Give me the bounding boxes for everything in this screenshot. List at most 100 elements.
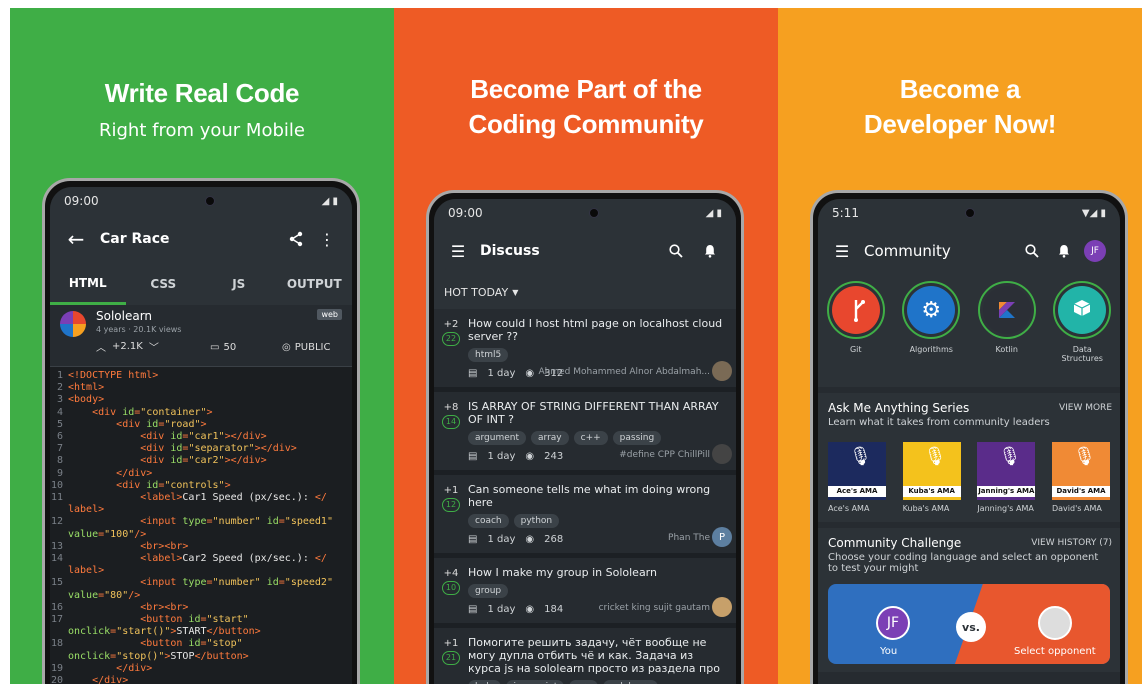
- line-number: 10: [50, 479, 63, 491]
- code-editor[interactable]: 1 <!DOCTYPE html> 2 <html> 3 <body> 4 <div id =…: [50, 367, 352, 684]
- author-avatar[interactable]: [60, 311, 86, 337]
- panel2-headline-line2: Coding Community: [468, 109, 704, 139]
- author-avatar[interactable]: [712, 361, 732, 381]
- post-title[interactable]: Помогите решить задачу, чёт вообще не мо…: [468, 636, 728, 675]
- topic-data-structures[interactable]: Data Structures: [1052, 281, 1112, 387]
- tag-chip[interactable]: argument: [468, 431, 527, 445]
- post-author[interactable]: cricket king sujit gautam: [599, 603, 710, 613]
- code-token: label>: [68, 565, 105, 577]
- author-avatar[interactable]: [712, 444, 732, 464]
- downvote-icon[interactable]: ﹀: [149, 339, 159, 354]
- promo-banner: Write Real Code Right from your Mobile 0…: [10, 8, 1142, 684]
- tag-chip[interactable]: c++: [573, 431, 608, 445]
- post-list: +2 22 How could I host html page on localh…: [434, 309, 736, 684]
- post-author[interactable]: Ahmed Mohammed Alnor Abdalmah...: [539, 367, 710, 377]
- share-icon[interactable]: [284, 231, 308, 247]
- code-token: id: [260, 516, 279, 528]
- ama-card[interactable]: 🎙 Kuba's AMA Kuba's AMA: [902, 442, 961, 514]
- bell-icon[interactable]: [698, 244, 722, 258]
- author-name[interactable]: Sololearn: [96, 309, 152, 323]
- code-token: id: [188, 638, 201, 650]
- back-arrow-icon[interactable]: ←: [64, 227, 88, 251]
- ama-card[interactable]: 🎙 Janning's AMA Janning's AMA: [977, 442, 1036, 514]
- search-icon[interactable]: [664, 244, 688, 258]
- code-token: id: [122, 406, 135, 418]
- post-title[interactable]: IS ARRAY OF STRING DIFFERENT THAN ARRAY …: [468, 400, 728, 426]
- code-token: "stop": [206, 638, 243, 650]
- tag-chip[interactable]: python: [513, 514, 560, 528]
- ama-card[interactable]: 🎙 David's AMA David's AMA: [1051, 442, 1110, 514]
- ama-card[interactable]: 🎙 Ace's AMA Ace's AMA: [828, 442, 886, 514]
- upvote-icon[interactable]: ︿: [96, 339, 106, 354]
- view-history-link[interactable]: VIEW HISTORY (7): [1031, 538, 1112, 548]
- tab-css[interactable]: CSS: [126, 263, 202, 305]
- ama-list: 🎙 Ace's AMA Ace's AMA 🎙 Kuba's AMA Kuba's …: [828, 442, 1110, 514]
- post-time: 1 day: [487, 451, 516, 462]
- post-title[interactable]: How could I host html page on localhost …: [468, 317, 728, 343]
- more-vert-icon[interactable]: ⋮: [316, 230, 338, 249]
- signal-battery-icon: ◢ ▮: [705, 207, 722, 219]
- list-item[interactable]: +2 22 How could I host html page on localh…: [434, 309, 736, 392]
- code-token: <button: [140, 638, 189, 650]
- bell-icon[interactable]: [1052, 244, 1076, 258]
- list-item[interactable]: +8 14 IS ARRAY OF STRING DIFFERENT THAN AR…: [434, 392, 736, 475]
- post-title[interactable]: How I make my group in Sololearn: [468, 566, 728, 579]
- post-author[interactable]: #define CPP ChillPill: [619, 450, 710, 460]
- code-token: onclick: [68, 650, 111, 662]
- post-author[interactable]: Phan The: [668, 533, 710, 543]
- ama-label: Ace's AMA: [828, 504, 870, 513]
- code-line: 9 </div>: [50, 468, 352, 480]
- author-avatar[interactable]: [712, 597, 732, 617]
- tag-chip[interactable]: pro: [569, 680, 599, 684]
- tab-output[interactable]: OUTPUT: [277, 263, 353, 305]
- answers-bubble-icon: 10: [442, 581, 460, 595]
- post-title[interactable]: Can someone tells me what im doing wrong…: [468, 483, 728, 509]
- ama-label: David's AMA: [1051, 504, 1102, 513]
- vote-count: +1: [443, 485, 459, 496]
- line-number: 6: [56, 431, 63, 443]
- filter-dropdown[interactable]: HOT TODAY ▼: [434, 275, 736, 309]
- author-avatar[interactable]: P: [712, 527, 732, 547]
- tag-chip[interactable]: html5: [468, 348, 509, 362]
- list-item[interactable]: +1 21 Помогите решить задачу, чёт вообще н…: [434, 628, 736, 684]
- tag-chip[interactable]: array: [531, 431, 569, 445]
- code-token: </button>: [206, 626, 261, 638]
- code-token: <br><br>: [140, 540, 189, 552]
- topic-algorithms[interactable]: ⚙ Algorithms: [901, 281, 961, 387]
- code-line: 10 <div id = "controls" >: [50, 480, 352, 492]
- menu-icon[interactable]: ☰: [832, 242, 852, 261]
- tag-chip[interactable]: javascript: [506, 680, 565, 684]
- tab-html[interactable]: HTML: [50, 263, 126, 305]
- panel1-subheadline: Right from your Mobile: [99, 120, 305, 141]
- vote-count: +2: [443, 319, 459, 330]
- select-opponent-label[interactable]: Select opponent: [1014, 646, 1096, 657]
- eye-icon: ◉: [525, 368, 535, 379]
- code-line: 17 <button id = "start": [50, 614, 352, 626]
- tab-js[interactable]: JS: [201, 263, 277, 305]
- line-number: 18: [50, 638, 63, 650]
- code-token: ></div>: [254, 443, 297, 455]
- topic-kotlin[interactable]: Kotlin: [977, 281, 1037, 387]
- tag-chip[interactable]: sololearn: [603, 680, 659, 684]
- list-item[interactable]: +1 12 Can someone tells me what im doing w…: [434, 475, 736, 558]
- list-item[interactable]: +4 10 How I make my group in Sololearn grou…: [434, 558, 736, 628]
- topic-git[interactable]: Git: [826, 281, 886, 387]
- view-more-link[interactable]: VIEW MORE: [1059, 403, 1112, 413]
- vote-controls: ︿ +2.1K ﹀: [96, 339, 159, 354]
- topic-list: Git ⚙ Algorithms Kotlin Data Structures: [818, 275, 1120, 387]
- comment-icon: ▭: [210, 342, 220, 353]
- search-icon[interactable]: [1020, 244, 1044, 258]
- tag-chip[interactable]: coach: [468, 514, 509, 528]
- tag-chip[interactable]: group: [468, 584, 509, 598]
- menu-icon[interactable]: ☰: [448, 242, 468, 261]
- challenge-card[interactable]: JF You vs. Select opponent: [828, 584, 1110, 664]
- code-token: "stop()": [116, 650, 165, 662]
- user-avatar[interactable]: JF: [1084, 240, 1106, 262]
- tag-chip[interactable]: passing: [612, 431, 662, 445]
- comments-count-group[interactable]: ▭ 50: [210, 342, 236, 353]
- tag-chip[interactable]: help: [468, 680, 502, 684]
- code-token: >: [200, 418, 207, 430]
- panel1-headline: Write Real Code: [104, 78, 300, 108]
